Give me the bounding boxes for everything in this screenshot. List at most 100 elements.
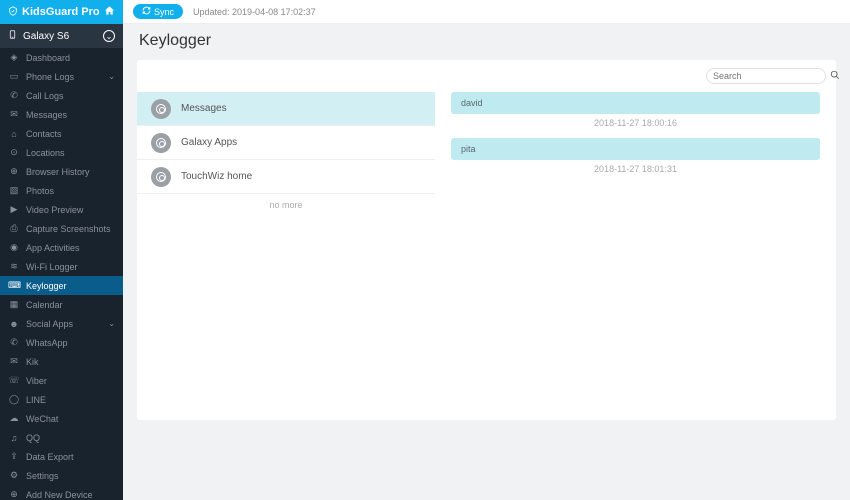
sidebar-item-settings[interactable]: ⚙ Settings [0, 466, 123, 485]
chevron-down-icon: ⌄ [108, 319, 115, 328]
nav-icon: ▧ [8, 185, 20, 196]
device-selector[interactable]: Galaxy S6 ⌄ [0, 24, 123, 48]
sidebar-item-phone-logs[interactable]: ▭Phone Logs⌄ [0, 67, 123, 86]
nav-icon: ◉ [8, 242, 20, 253]
nav-label: Browser History [26, 167, 90, 177]
nav-icon: ⌂ [8, 129, 20, 139]
sidebar-item-contacts[interactable]: ⌂Contacts [0, 124, 123, 143]
nav-icon: ⇪ [8, 451, 20, 462]
nav-label: Photos [26, 186, 54, 196]
nav-label: Kik [26, 357, 39, 367]
nav-icon: ♫ [8, 433, 20, 443]
chevron-down-icon: ⌄ [103, 30, 115, 42]
sidebar-item-capture-screenshots[interactable]: ⎙ Capture Screenshots [0, 219, 123, 238]
shield-icon [8, 6, 18, 19]
nav-label: Dashboard [26, 53, 70, 63]
nav-icon: ⎙ [8, 223, 20, 234]
content-columns: MessagesGalaxy AppsTouchWiz homeno more … [137, 92, 836, 420]
nav-icon: ⊕ [8, 489, 20, 500]
nav-label: Messages [26, 110, 67, 120]
device-name: Galaxy S6 [23, 31, 69, 42]
nav-label: WhatsApp [26, 338, 68, 348]
sidebar-item-dashboard[interactable]: ◈ Dashboard [0, 48, 123, 67]
home-icon[interactable] [104, 5, 115, 19]
nav-icon: ◈ [8, 52, 20, 63]
nav-label: Call Logs [26, 91, 64, 101]
nav-label: Settings [26, 471, 59, 481]
nav-label: WeChat [26, 414, 58, 424]
sidebar-item-app-activities[interactable]: ◉ App Activities [0, 238, 123, 257]
search-icon[interactable] [830, 70, 840, 83]
sidebar-item-browser-history[interactable]: ⊕ Browser History [0, 162, 123, 181]
entries-pane: david 2018-11-27 18:00:16 pita 2018-11-27 1… [435, 92, 836, 420]
sidebar-item-kik[interactable]: ✉ Kik [0, 352, 123, 371]
sidebar-item-social-apps[interactable]: ☻Social Apps⌄ [0, 314, 123, 333]
nav-icon: ✆ [8, 90, 20, 101]
nav-icon: ◯ [8, 394, 20, 405]
app-item[interactable]: Galaxy Apps [137, 126, 435, 160]
nav-label: Social Apps [26, 319, 73, 329]
updated-text: Updated: 2019-04-08 17:02:37 [193, 7, 316, 17]
page-body: Keylogger Messages Galaxy Apps TouchWiz ho… [123, 24, 850, 500]
sidebar-item-data-export[interactable]: ⇪ Data Export [0, 447, 123, 466]
search-input[interactable] [713, 71, 830, 81]
nav-icon: ⌨ [8, 280, 20, 291]
nav-label: App Activities [26, 243, 80, 253]
app-label: TouchWiz home [181, 171, 252, 182]
nav-icon: ⊙ [8, 147, 20, 158]
app-label: Messages [181, 103, 227, 114]
log-timestamp: 2018-11-27 18:01:31 [451, 164, 820, 174]
sync-label: Sync [154, 7, 174, 17]
nav-icon: ✉ [8, 109, 20, 120]
sidebar-item-photos[interactable]: ▧ Photos [0, 181, 123, 200]
topbar: Sync Updated: 2019-04-08 17:02:37 [123, 0, 850, 24]
sidebar-item-qq[interactable]: ♫QQ [0, 428, 123, 447]
sidebar-item-wechat[interactable]: ☁ WeChat [0, 409, 123, 428]
nav-label: Data Export [26, 452, 74, 462]
page-title: Keylogger [137, 24, 836, 60]
nav-icon: ≋ [8, 261, 20, 272]
sidebar-item-video-preview[interactable]: ▶Video Preview [0, 200, 123, 219]
sync-button[interactable]: Sync [133, 4, 183, 19]
nav-icon: ▶ [8, 204, 20, 215]
nav-label: Calendar [26, 300, 63, 310]
log-timestamp: 2018-11-27 18:00:16 [451, 118, 820, 128]
log-entry: david [451, 92, 820, 114]
app-icon [151, 99, 171, 119]
nav-icon: ✉ [8, 356, 20, 367]
nav-icon: ▭ [8, 71, 20, 82]
brand-name: KidsGuard Pro [22, 6, 100, 18]
nav-icon: ⊕ [8, 166, 20, 177]
sidebar-item-viber[interactable]: ☏Viber [0, 371, 123, 390]
chevron-down-icon: ⌄ [108, 72, 115, 81]
sidebar: KidsGuard Pro Galaxy S6 ⌄ ◈Dashboard▭Pho… [0, 0, 123, 500]
app-item[interactable]: TouchWiz home [137, 160, 435, 194]
nav-label: Keylogger [26, 281, 67, 291]
log-entry: pita [451, 138, 820, 160]
sidebar-nav: ◈ Dashboard ▭Phone Logs⌄ ✆ Call Logs ✉ Message… [0, 48, 123, 500]
search-box[interactable] [706, 68, 826, 84]
sidebar-item-line[interactable]: ◯LINE [0, 390, 123, 409]
sidebar-item-messages[interactable]: ✉ Messages [0, 105, 123, 124]
sidebar-item-add-new-device[interactable]: ⊕Add New Device [0, 485, 123, 500]
nav-label: Wi-Fi Logger [26, 262, 78, 272]
panel: MessagesGalaxy AppsTouchWiz homeno more … [137, 60, 836, 420]
search-row [137, 60, 836, 92]
sidebar-item-call-logs[interactable]: ✆ Call Logs [0, 86, 123, 105]
nav-icon: ⚙ [8, 470, 20, 481]
nav-label: Locations [26, 148, 65, 158]
app-list: Messages Galaxy Apps TouchWiz home no more [137, 92, 435, 420]
refresh-icon [142, 6, 151, 17]
app-icon [151, 167, 171, 187]
main: Sync Updated: 2019-04-08 17:02:37 Keylog… [123, 0, 850, 500]
nav-label: Capture Screenshots [26, 224, 111, 234]
sidebar-item-wi-fi-logger[interactable]: ≋ Wi-Fi Logger [0, 257, 123, 276]
no-more-text: no more [137, 194, 435, 216]
app-item[interactable]: Messages [137, 92, 435, 126]
nav-icon: ☁ [8, 413, 20, 424]
sidebar-item-calendar[interactable]: ▦Calendar [0, 295, 123, 314]
sidebar-item-locations[interactable]: ⊙ Locations [0, 143, 123, 162]
sidebar-item-keylogger[interactable]: ⌨ Keylogger [0, 276, 123, 295]
sidebar-item-whatsapp[interactable]: ✆ WhatsApp [0, 333, 123, 352]
nav-icon: ✆ [8, 337, 20, 348]
